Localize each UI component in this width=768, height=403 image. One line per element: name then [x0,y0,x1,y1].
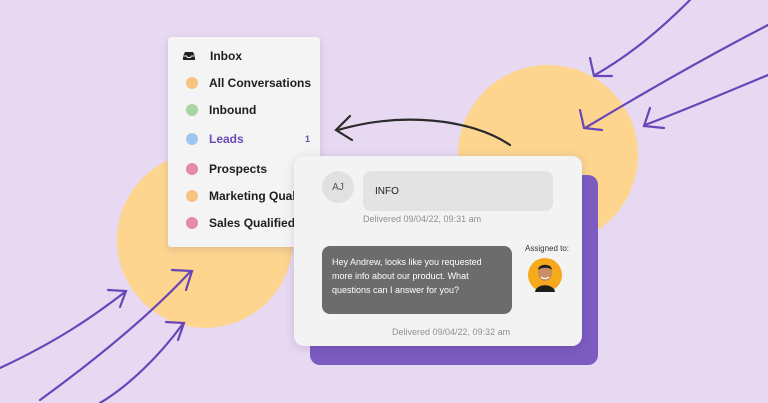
agent-avatar[interactable] [528,258,562,292]
incoming-message: INFO [363,171,553,211]
status-dot [186,104,198,116]
menu-title: Inbox [210,49,242,63]
assigned-to-label: Assigned to: [525,244,570,253]
status-dot [186,77,198,89]
unread-count-badge: 1 [305,134,311,144]
incoming-message-timestamp: Delivered 09/04/22, 09:31 am [363,214,482,224]
menu-item-label: Inbound [209,103,257,117]
outgoing-message: Hey Andrew, looks like you requested mor… [322,246,512,314]
menu-item-all-conversations[interactable]: All Conversations [186,73,320,93]
menu-item-label: Prospects [209,162,268,176]
status-dot [186,190,198,202]
outgoing-message-timestamp: Delivered 09/04/22, 09:32 am [392,327,511,337]
status-dot [186,133,198,145]
menu-header: Inbox [182,47,242,65]
menu-item-label: Leads [209,132,244,146]
inbox-tray-icon [183,52,195,60]
menu-item-inbound[interactable]: Inbound [186,100,320,120]
menu-item-leads[interactable]: Leads 1 [186,129,320,149]
menu-item-label: Sales Qualified [209,216,296,230]
menu-item-label: All Conversations [209,76,312,90]
chat-panel: AJ INFO Delivered 09/04/22, 09:31 am Hey… [294,156,582,346]
status-dot [186,163,198,175]
contact-avatar: AJ [322,171,354,203]
status-dot [186,217,198,229]
